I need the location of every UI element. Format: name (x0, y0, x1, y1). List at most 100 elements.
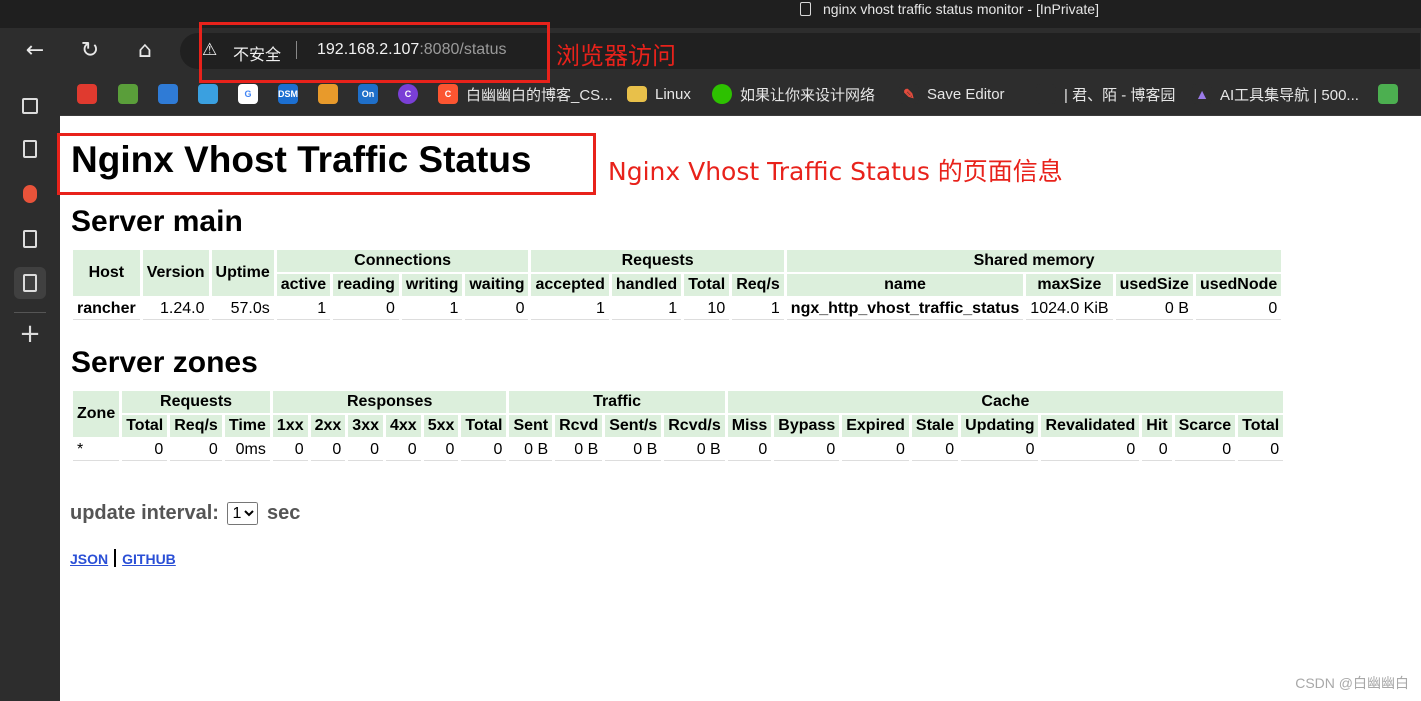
tab-page-2[interactable] (14, 178, 46, 210)
cell-writing: 1 (401, 298, 463, 320)
header-version: Version (142, 250, 209, 296)
bookmark-linux-label: Linux (655, 85, 691, 103)
bookmark-csdn[interactable]: C 白幽幽白的博客_CS... (438, 83, 613, 105)
cell-expired: 0 (842, 439, 909, 461)
header-requests: Requests (122, 391, 270, 413)
table-row: * 0 0 0ms 0 0 0 0 0 0 0 B 0 B 0 B 0 B 0 … (73, 439, 1284, 461)
bookmark-dsm[interactable]: DSM (278, 83, 306, 105)
github-link[interactable]: GITHUB (122, 551, 176, 567)
title-highlight-box (57, 133, 596, 195)
update-interval-label: update interval: (70, 502, 219, 524)
bookmark-wechat[interactable]: 如果让你来设计网络 (712, 83, 875, 105)
bookmark-frog[interactable] (118, 83, 146, 105)
cell-version: 1.24.0 (142, 298, 209, 320)
header-cache: Cache (727, 391, 1284, 413)
bookmark-stripes[interactable] (158, 83, 186, 105)
header-bypass: Bypass (774, 415, 840, 437)
address-highlight-box (199, 22, 550, 83)
header-zone: Zone (73, 391, 120, 437)
bookmark-ai[interactable]: ▲ AI工具集导航 | 500... (1192, 83, 1359, 105)
server-main-table: Host Version Uptime Connections Requests… (70, 248, 1284, 322)
csdn-icon: C (438, 84, 458, 104)
bookmark-cloud[interactable] (198, 83, 226, 105)
cell-used-size: 0 B (1115, 298, 1193, 320)
ai-icon: ▲ (1192, 84, 1212, 104)
header-waiting: waiting (465, 274, 529, 296)
bookmark-save-editor[interactable]: ✎ Save Editor (899, 83, 1005, 105)
bookmark-linux[interactable]: Linux (627, 83, 691, 105)
cell-host: rancher (73, 298, 140, 320)
header-req-total: Total (122, 415, 168, 437)
bookmark-grid[interactable] (1378, 83, 1406, 105)
header-stale: Stale (911, 415, 959, 437)
header-used-node: usedNode (1195, 274, 1282, 296)
cell-resp-total: 0 (461, 439, 507, 461)
header-req-s: Req/s (732, 274, 784, 296)
cell-sent-s: 0 B (605, 439, 662, 461)
cell-name: ngx_http_vhost_traffic_status (786, 298, 1024, 320)
header-host: Host (73, 250, 140, 296)
header-cache-total: Total (1238, 415, 1284, 437)
cell-5xx: 0 (423, 439, 459, 461)
refresh-icon[interactable]: ↻ (75, 36, 105, 66)
csdn-watermark: CSDN @白幽幽白 (1295, 675, 1409, 691)
json-link[interactable]: JSON (70, 551, 108, 567)
page-icon (23, 140, 37, 158)
table-header-row: Zone Requests Responses Traffic Cache (73, 391, 1284, 437)
tab-page-active[interactable] (14, 267, 46, 299)
cell-time: 0ms (224, 439, 270, 461)
c-circle-icon: C (398, 84, 418, 104)
cell-bypass: 0 (774, 439, 840, 461)
stripes-icon (158, 84, 178, 104)
update-interval-unit: sec (267, 502, 301, 524)
link-divider (114, 549, 117, 567)
cell-accepted: 1 (531, 298, 609, 320)
bookmark-c-circle[interactable]: C (398, 83, 426, 105)
cell-sent: 0 B (509, 439, 553, 461)
header-shared-memory: Shared memory (786, 250, 1282, 272)
cell-miss: 0 (727, 439, 772, 461)
tab-page-1[interactable] (14, 133, 46, 165)
header-max-size: maxSize (1026, 274, 1113, 296)
bookmark-google[interactable]: G (238, 83, 266, 105)
header-expired: Expired (842, 415, 909, 437)
cell-rcvd-s: 0 B (664, 439, 725, 461)
app-icon (23, 185, 37, 203)
header-updating: Updating (961, 415, 1039, 437)
tab-actions-icon[interactable] (14, 90, 46, 122)
tab-page-3[interactable] (14, 223, 46, 255)
bookmark-12306[interactable] (77, 83, 105, 105)
cell-1xx: 0 (272, 439, 308, 461)
bookmark-box[interactable] (318, 83, 346, 105)
header-requests: Requests (531, 250, 784, 272)
bookmark-wechat-label: 如果让你来设计网络 (740, 86, 876, 104)
cell-stale: 0 (911, 439, 959, 461)
blog-icon (1036, 84, 1056, 104)
dsm-icon: DSM (278, 84, 298, 104)
cell-total: 10 (684, 298, 730, 320)
cell-3xx: 0 (348, 439, 383, 461)
page-info-annotation: Nginx Vhost Traffic Status 的页面信息 (608, 157, 1063, 186)
bookmark-blog[interactable]: | 君、陌 - 博客园 (1036, 83, 1175, 105)
cell-active: 1 (276, 298, 331, 320)
header-total: Total (684, 274, 730, 296)
cell-rcvd: 0 B (555, 439, 603, 461)
back-arrow-icon[interactable]: ← (20, 36, 50, 66)
header-5xx: 5xx (423, 415, 459, 437)
table-subheader-row: Total Req/s Time 1xx 2xx 3xx 4xx 5xx Tot… (73, 415, 1284, 437)
new-tab-button[interactable]: + (14, 319, 46, 351)
header-traffic: Traffic (509, 391, 725, 413)
home-icon[interactable]: ⌂ (130, 36, 160, 66)
header-1xx: 1xx (272, 415, 308, 437)
page-icon (23, 230, 37, 248)
update-interval-select[interactable]: 1 (227, 502, 259, 525)
header-uptime: Uptime (211, 250, 274, 296)
header-connections: Connections (276, 250, 529, 272)
window-title-text: nginx vhost traffic status monitor - [In… (823, 1, 1099, 17)
server-main-heading: Server main (71, 205, 243, 238)
header-rcvd: Rcvd (555, 415, 603, 437)
google-icon: G (238, 84, 258, 104)
table-row: rancher 1.24.0 57.0s 1 0 1 0 1 1 10 1 ng… (73, 298, 1282, 320)
bookmark-onenote[interactable]: On (358, 83, 386, 105)
server-zones-table: Zone Requests Responses Traffic Cache To… (70, 389, 1286, 463)
